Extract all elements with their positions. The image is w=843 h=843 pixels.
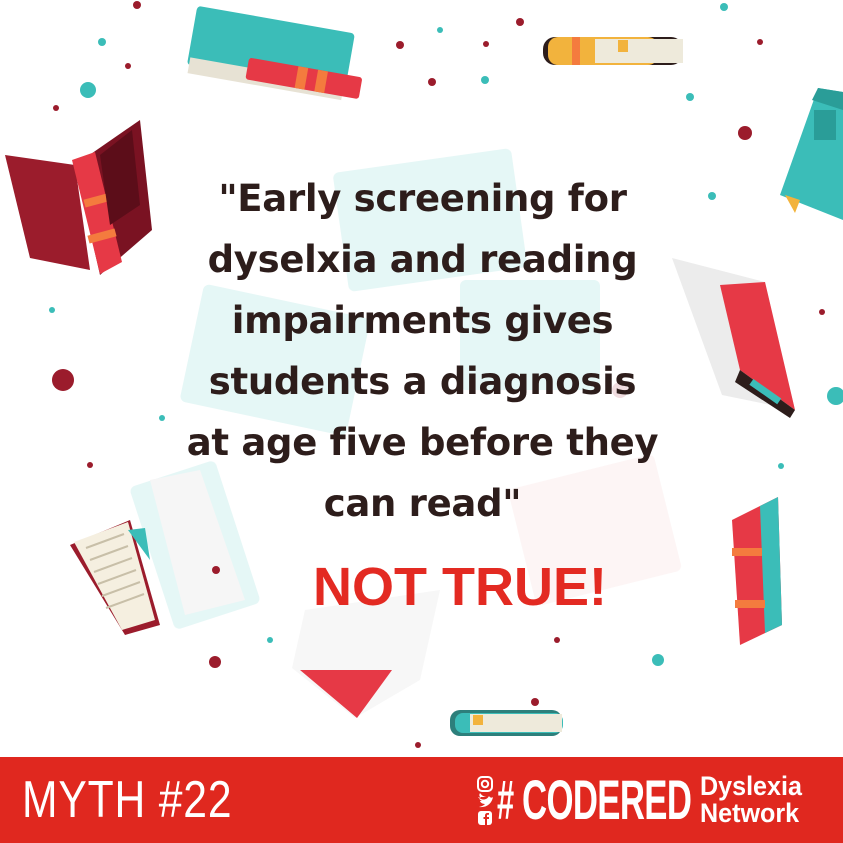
- twitter-icon[interactable]: [478, 793, 493, 808]
- hashtag-symbol: #: [497, 768, 515, 831]
- myth-number: MYTH #22: [22, 771, 233, 829]
- footer-banner: MYTH #22 # CODERED Dyslexia Network: [0, 757, 843, 843]
- facebook-icon[interactable]: [478, 811, 492, 825]
- quote-line: students a diagnosis: [208, 360, 637, 403]
- book-icon: [450, 710, 563, 736]
- verdict-label: NOT TRUE!: [313, 557, 607, 617]
- book-icon: [187, 6, 362, 101]
- book-icon: [732, 497, 782, 645]
- quote-line: "Early screening for: [218, 177, 627, 220]
- book-icon: [543, 37, 683, 65]
- social-icons: [475, 775, 497, 827]
- org-name: Dyslexia Network: [700, 771, 802, 828]
- myth-quote: "Early screening for dyselxia and readin…: [150, 168, 695, 534]
- quote-line: at age five before they: [186, 421, 659, 464]
- quote-line: impairments gives: [231, 299, 614, 342]
- quote-line: can read": [323, 482, 522, 525]
- instagram-icon[interactable]: [477, 776, 493, 792]
- quote-line: dyselxia and reading: [207, 238, 638, 281]
- book-icon: [5, 120, 152, 275]
- book-icon: [780, 88, 843, 220]
- illustration-area: "Early screening for dyselxia and readin…: [0, 0, 843, 757]
- brand-logo: CODERED: [522, 768, 692, 831]
